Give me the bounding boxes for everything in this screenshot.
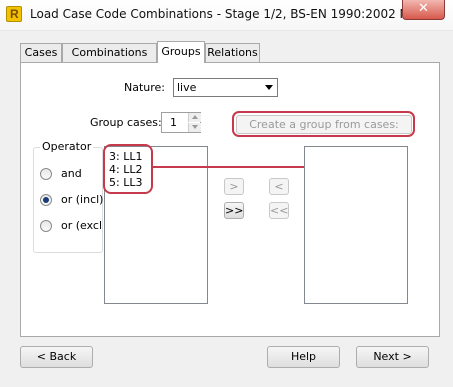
operator-and-radio[interactable]	[40, 168, 52, 180]
spin-down-icon[interactable]	[188, 123, 201, 132]
next-button[interactable]: Next >	[356, 346, 429, 368]
nature-label: Nature:	[124, 81, 166, 94]
close-button[interactable]: ✕	[402, 0, 445, 20]
operator-or-incl-radio[interactable]	[40, 194, 52, 206]
group-cases-spinner[interactable]: 1	[161, 112, 201, 133]
nature-select[interactable]: live	[173, 78, 278, 97]
close-icon: ✕	[418, 1, 429, 16]
tab-relations[interactable]: Relations	[205, 43, 260, 62]
remove-all-button[interactable]: <<	[269, 202, 289, 219]
operator-and-label: and	[61, 167, 82, 180]
chevron-down-icon	[265, 85, 273, 90]
tab-cases[interactable]: Cases	[20, 43, 62, 62]
back-button[interactable]: < Back	[20, 346, 93, 368]
operator-legend: Operator	[40, 140, 94, 153]
group-cases-value: 1	[170, 116, 177, 129]
tab-combinations[interactable]: Combinations	[62, 43, 157, 62]
annotation-highlight-create-group	[232, 111, 415, 137]
group-cases-list[interactable]	[304, 146, 408, 304]
operator-or-excl-label: or (excl	[61, 219, 103, 232]
group-cases-label: Group cases:	[90, 116, 162, 129]
add-all-button[interactable]: >>	[224, 202, 244, 219]
window-title: Load Case Code Combinations - Stage 1/2,…	[30, 7, 440, 21]
add-selected-button[interactable]: >	[224, 178, 244, 195]
title-bar: R Load Case Code Combinations - Stage 1/…	[0, 0, 453, 31]
tab-groups[interactable]: Groups	[157, 41, 205, 63]
app-icon: R	[6, 6, 22, 22]
help-button[interactable]: Help	[267, 346, 340, 368]
operator-or-excl-radio[interactable]	[40, 220, 52, 232]
operator-or-incl-label: or (incl)	[61, 193, 104, 206]
remove-selected-button[interactable]: <	[269, 178, 289, 195]
spin-up-icon[interactable]	[188, 113, 201, 122]
nature-value: live	[177, 81, 197, 94]
annotation-highlight-source-items	[103, 144, 153, 194]
dialog-window: R Load Case Code Combinations - Stage 1/…	[0, 0, 453, 387]
